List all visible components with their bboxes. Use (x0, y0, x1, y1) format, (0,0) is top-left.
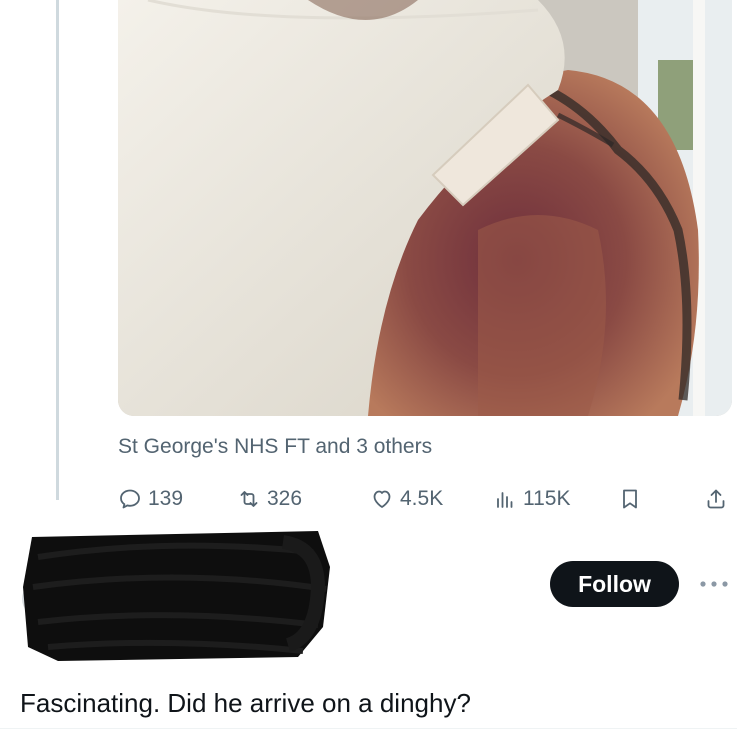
reply-count: 139 (148, 487, 184, 510)
share-button[interactable] (704, 482, 728, 516)
reply-tweet-text: Fascinating. Did he arrive on a dinghy? (20, 688, 471, 718)
repost-button[interactable]: 326 (237, 482, 302, 516)
tweet-photo[interactable] (118, 0, 732, 416)
heart-icon (373, 490, 391, 508)
share-icon (707, 489, 725, 509)
bottom-divider (0, 728, 737, 729)
bookmark-button[interactable] (618, 482, 642, 516)
views-chart-icon (497, 492, 513, 508)
more-dots-icon (700, 581, 728, 587)
reply-icon (120, 489, 140, 509)
views-count: 115K (523, 487, 571, 510)
media-tags[interactable]: St George's NHS FT and 3 others (118, 435, 432, 459)
like-count: 4.5K (400, 487, 444, 510)
views-button[interactable]: 115K (493, 482, 571, 516)
repost-count: 326 (267, 487, 303, 510)
reply-button[interactable]: 139 (118, 482, 183, 516)
tweet-action-bar: 139 326 4.5K 115K (118, 482, 732, 516)
bookmark-icon (623, 489, 637, 509)
like-button[interactable]: 4.5K (370, 482, 443, 516)
more-options-button[interactable] (697, 570, 731, 598)
repost-icon (240, 491, 258, 507)
thread-connector-line (56, 0, 59, 500)
follow-button[interactable]: Follow (550, 561, 679, 607)
redaction-scribble (22, 531, 330, 661)
photo-shoulder-bruise (118, 0, 732, 416)
redacted-user-info (18, 527, 330, 663)
